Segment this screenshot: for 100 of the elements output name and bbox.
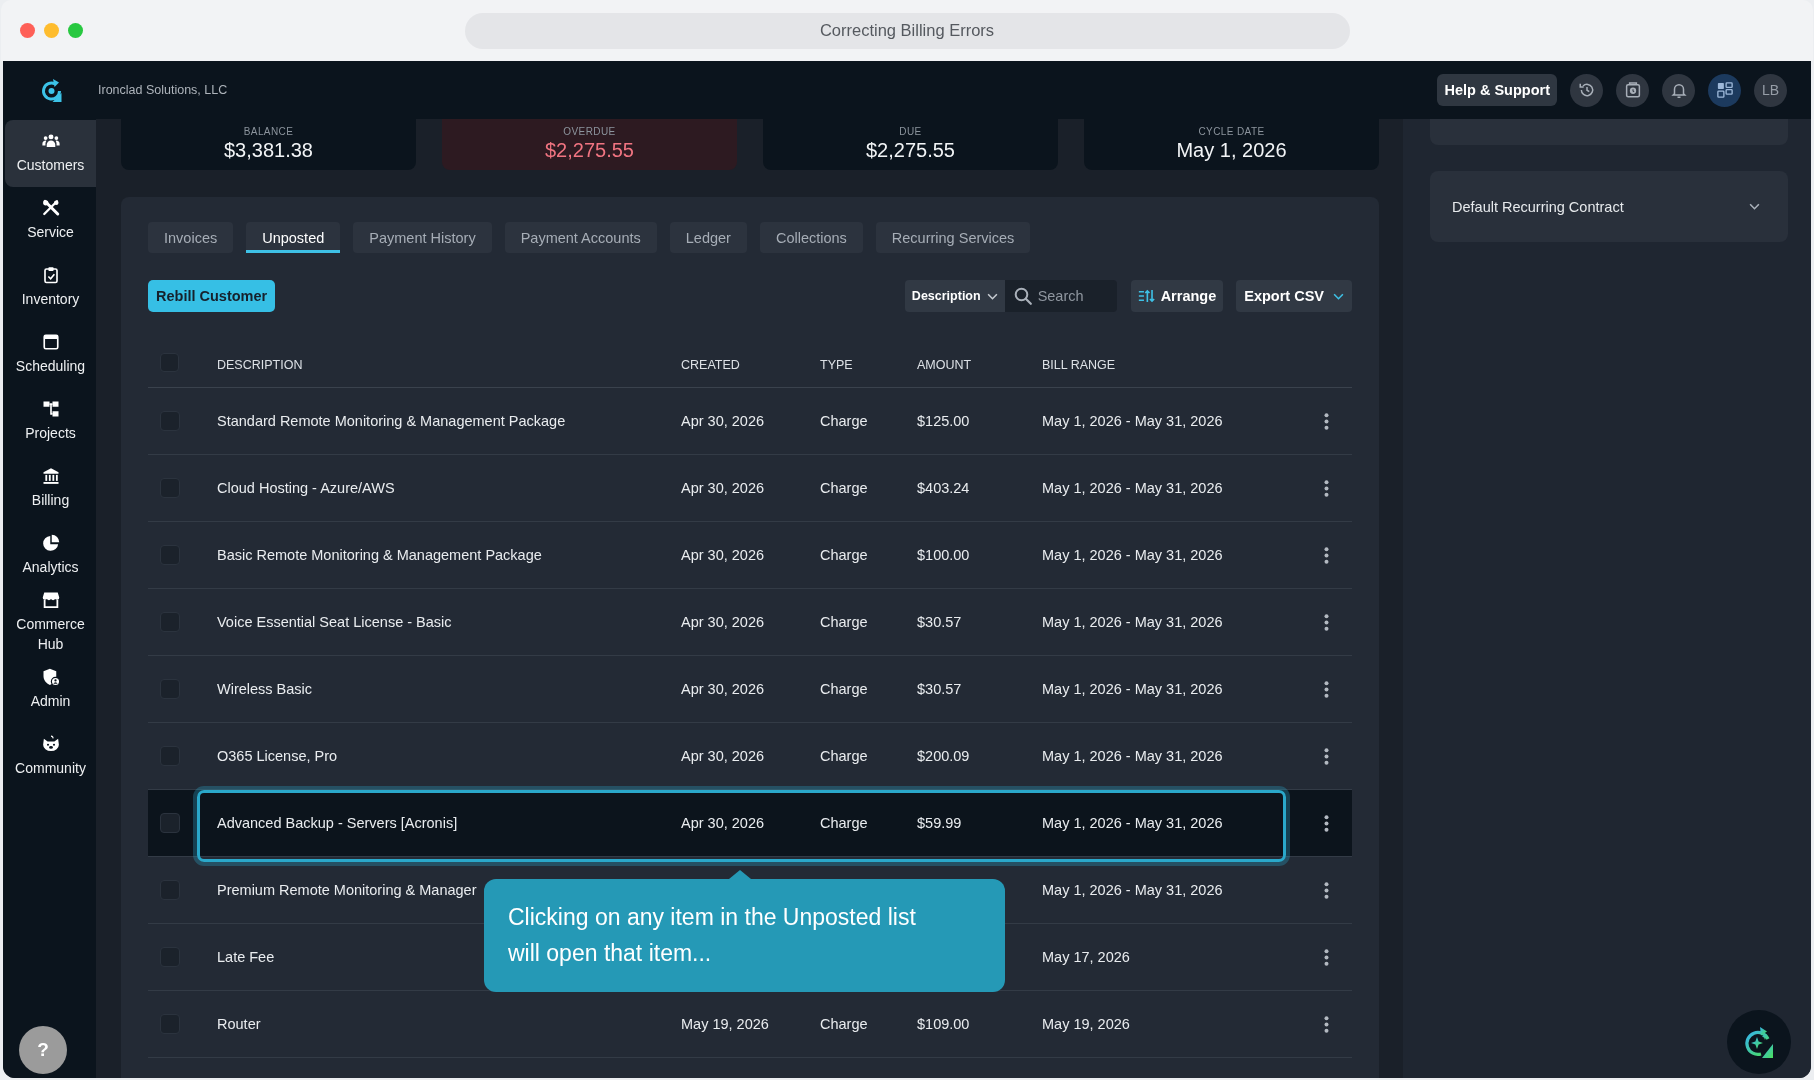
- calendar-icon: [41, 333, 60, 351]
- row-checkbox[interactable]: [160, 813, 180, 833]
- table-cell: Charge: [820, 547, 868, 563]
- table-cell: Late Fee: [217, 949, 275, 965]
- nav-item[interactable]: Billing: [5, 455, 96, 522]
- sort-icon: [1137, 289, 1155, 303]
- shield-user-icon: [41, 668, 60, 686]
- table-cell: May 1, 2026 - May 31, 2026: [1042, 413, 1223, 429]
- column-header: BILL RANGE: [1042, 358, 1116, 372]
- tab[interactable]: Collections: [759, 222, 863, 253]
- kebab-icon[interactable]: [1323, 1015, 1329, 1033]
- clipboard-check-icon: [41, 266, 60, 284]
- nav-item[interactable]: Service: [5, 187, 96, 254]
- rebill-button[interactable]: Rebill Customer: [148, 280, 276, 312]
- table-cell: $30.57: [917, 614, 962, 630]
- table-cell: $200.09: [917, 748, 970, 764]
- clipboard-button[interactable]: [1616, 73, 1649, 107]
- animal-face-icon: [41, 735, 60, 753]
- dashboard-button[interactable]: [1708, 73, 1741, 107]
- table-cell: Basic Remote Monitoring & Management Package: [217, 547, 542, 563]
- summary-value: $3,381.38: [224, 138, 313, 163]
- nav-item[interactable]: Commerce Hub: [5, 589, 96, 656]
- table-cell: $109.00: [917, 1016, 970, 1032]
- table-cell: Premium Remote Monitoring & Manager: [217, 882, 477, 898]
- table-cell: Voice Essential Seat License - Basic: [217, 614, 452, 630]
- search-field[interactable]: Search: [1004, 280, 1117, 312]
- table-cell: Apr 30, 2026: [681, 748, 765, 764]
- column-header: CREATED: [681, 358, 740, 372]
- dashboard-icon: [1715, 81, 1734, 99]
- highlighted-row[interactable]: Advanced Backup - Servers [Acronis] Apr 30, 2026 Charge $59.99 May 1, 2026 - May 31, 2026: [148, 790, 1352, 857]
- table-cell: May 1, 2026 - May 31, 2026: [1042, 480, 1223, 496]
- user-avatar[interactable]: LB: [1754, 73, 1787, 107]
- table-cell: Apr 30, 2026: [681, 547, 765, 563]
- summary-label: OVERDUE: [563, 126, 616, 138]
- table-cell: May 1, 2026 - May 31, 2026: [1042, 681, 1223, 697]
- kebab-icon[interactable]: [1323, 680, 1329, 698]
- tab[interactable]: Payment History: [353, 222, 492, 253]
- chevron-down-icon: [986, 292, 998, 300]
- tour-tooltip: Clicking on any item in the Unposted list will open that item...: [484, 870, 1005, 992]
- window-title: Correcting Billing Errors: [464, 12, 1350, 49]
- column-header: DESCRIPTION: [217, 358, 303, 372]
- kebab-icon[interactable]: [1323, 613, 1329, 631]
- table-cell: Charge: [820, 1016, 868, 1032]
- table-cell: Apr 30, 2026: [681, 413, 765, 429]
- nav-item[interactable]: Analytics: [5, 522, 96, 589]
- chevron-down-icon: [1749, 203, 1760, 210]
- filter-dropdown[interactable]: Description: [904, 280, 1005, 312]
- notifications-button[interactable]: [1662, 73, 1695, 107]
- logo-icon[interactable]: [40, 78, 63, 102]
- nav-item[interactable]: Projects: [5, 388, 96, 455]
- table-cell: $403.24: [917, 480, 970, 496]
- table-cell: Charge: [820, 480, 868, 496]
- nav-item[interactable]: Scheduling: [5, 321, 96, 388]
- table-cell: May 1, 2026 - May 31, 2026: [1042, 815, 1223, 831]
- tab[interactable]: Unposted: [246, 222, 341, 253]
- table-cell: May 17, 2026: [1042, 949, 1130, 965]
- table-cell: $125.00: [917, 413, 970, 429]
- summary-value: May 1, 2026: [1176, 138, 1287, 163]
- table-cell: $100.00: [917, 547, 970, 563]
- table-cell: Router: [217, 1016, 261, 1032]
- column-header: TYPE: [820, 358, 853, 372]
- close-window-icon[interactable]: [20, 23, 35, 38]
- chevron-down-icon: [1333, 292, 1344, 300]
- nav-item[interactable]: Admin: [5, 656, 96, 723]
- kebab-icon[interactable]: [1323, 881, 1329, 899]
- tab[interactable]: Ledger: [669, 222, 747, 253]
- table-cell: Cloud Hosting - Azure/AWS: [217, 480, 395, 496]
- table-cell: May 1, 2026 - May 31, 2026: [1042, 547, 1223, 563]
- column-header: AMOUNT: [917, 358, 972, 372]
- kebab-icon[interactable]: [1323, 747, 1329, 765]
- kebab-icon[interactable]: [1323, 412, 1329, 430]
- table-cell: Charge: [820, 413, 868, 429]
- kebab-icon[interactable]: [1323, 948, 1329, 966]
- table-cell: Charge: [820, 614, 868, 630]
- kebab-icon[interactable]: [1323, 814, 1329, 832]
- tab[interactable]: Invoices: [148, 222, 234, 253]
- table-cell: May 1, 2026 - May 31, 2026: [1042, 614, 1223, 630]
- nav-item[interactable]: Community: [5, 723, 96, 790]
- table-cell: Apr 30, 2026: [681, 681, 765, 697]
- table-cell: $30.57: [917, 681, 962, 697]
- tab[interactable]: Payment Accounts: [504, 222, 657, 253]
- bank-icon: [41, 467, 60, 485]
- arrange-button[interactable]: Arrange: [1130, 280, 1224, 312]
- search-icon: [1013, 287, 1032, 305]
- table-cell: Standard Remote Monitoring & Management Package: [217, 413, 566, 429]
- table-cell: $59.99: [917, 815, 962, 831]
- history-button[interactable]: [1570, 73, 1603, 107]
- nav-item[interactable]: Inventory: [5, 254, 96, 321]
- contract-dropdown[interactable]: Default Recurring Contract: [1430, 171, 1788, 242]
- nav-item[interactable]: Customers: [5, 120, 96, 187]
- kebab-icon[interactable]: [1323, 479, 1329, 497]
- export-button[interactable]: Export CSV: [1236, 280, 1352, 312]
- table-cell: May 19, 2026: [681, 1016, 769, 1032]
- history-icon: [1577, 81, 1596, 99]
- kebab-icon[interactable]: [1323, 546, 1329, 564]
- storefront-icon: [41, 591, 60, 609]
- table-cell: Apr 30, 2026: [681, 815, 765, 831]
- help-support-button[interactable]: Help & Support: [1437, 74, 1557, 106]
- tab[interactable]: Recurring Services: [875, 222, 1031, 253]
- bell-icon: [1669, 81, 1688, 99]
